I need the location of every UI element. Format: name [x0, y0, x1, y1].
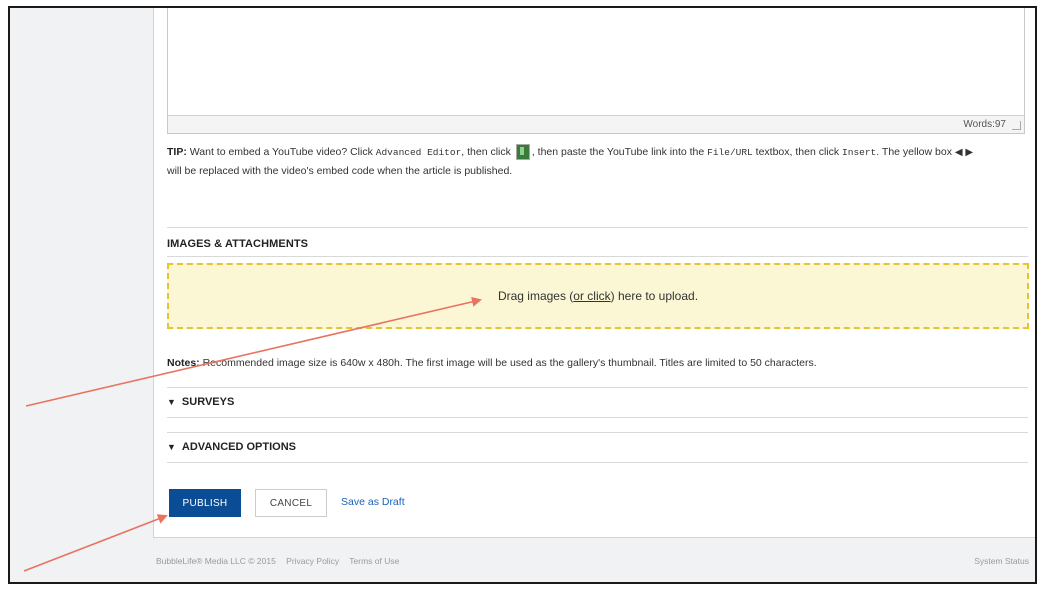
chevron-down-icon: ▼ — [167, 442, 176, 452]
youtube-tip: TIP: Want to embed a YouTube video? Clic… — [167, 143, 1027, 180]
surveys-toggle[interactable]: ▼ SURVEYS — [167, 396, 234, 408]
image-upload-dropzone[interactable]: Drag images (or click) here to upload. — [167, 263, 1029, 329]
advanced-options-toggle[interactable]: ▼ ADVANCED OPTIONS — [167, 441, 296, 453]
divider — [167, 227, 1028, 228]
terms-of-use-link[interactable]: Terms of Use — [349, 556, 399, 566]
film-icon — [515, 144, 530, 161]
word-count: Words:97 — [963, 119, 1006, 130]
save-as-draft-link[interactable]: Save as Draft — [341, 496, 405, 508]
surveys-label: SURVEYS — [181, 396, 235, 408]
image-notes: Notes: Recommended image size is 640w x … — [167, 357, 817, 369]
tip-file-url: File/URL — [707, 147, 753, 158]
divider — [167, 387, 1028, 388]
tip-text-4: textbox, then click — [752, 146, 843, 158]
divider — [167, 256, 1028, 257]
resize-handle-icon[interactable] — [1012, 121, 1021, 130]
system-status-link[interactable]: System Status — [974, 556, 1029, 566]
tip-insert: Insert — [842, 147, 877, 158]
cancel-button[interactable]: CANCEL — [255, 489, 327, 517]
tip-text-3: , then paste the YouTube link into the — [531, 146, 708, 158]
tip-text-1: Want to embed a YouTube video? Click — [186, 146, 376, 158]
tip-advanced-editor: Advanced Editor — [375, 147, 462, 158]
arrows-icon: ◀ ▶ — [954, 147, 974, 158]
dropzone-text-before: Drag images ( — [497, 289, 574, 303]
divider — [167, 417, 1028, 418]
tip-label: TIP: — [167, 146, 187, 158]
tip-text-2: , then click — [461, 146, 514, 158]
article-body-editor[interactable]: Words:97 — [167, 8, 1025, 134]
tip-text-5: . The yellow box — [876, 146, 952, 158]
chevron-down-icon: ▼ — [167, 397, 176, 407]
tip-text-6: will be replaced with the video's embed … — [167, 165, 513, 177]
notes-label: Notes: — [167, 357, 200, 369]
images-section-title: IMAGES & ATTACHMENTS — [167, 238, 309, 250]
footer-copyright: BubbleLife® Media LLC © 2015 — [156, 556, 276, 566]
footer: BubbleLife® Media LLC © 2015 Privacy Pol… — [156, 556, 407, 566]
publish-button[interactable]: PUBLISH — [169, 489, 241, 517]
editor-status-bar: Words:97 — [168, 115, 1024, 133]
dropzone-text-after: ) here to upload. — [610, 289, 699, 303]
screenshot-frame: Words:97 TIP: Want to embed a YouTube vi… — [8, 6, 1037, 584]
article-form-panel: Words:97 TIP: Want to embed a YouTube vi… — [153, 8, 1035, 538]
upload-click-link[interactable]: or click — [573, 289, 610, 303]
divider — [167, 462, 1028, 463]
notes-text: Recommended image size is 640w x 480h. T… — [199, 357, 817, 369]
advanced-options-label: ADVANCED OPTIONS — [181, 441, 297, 453]
privacy-policy-link[interactable]: Privacy Policy — [286, 556, 339, 566]
divider — [167, 432, 1028, 433]
